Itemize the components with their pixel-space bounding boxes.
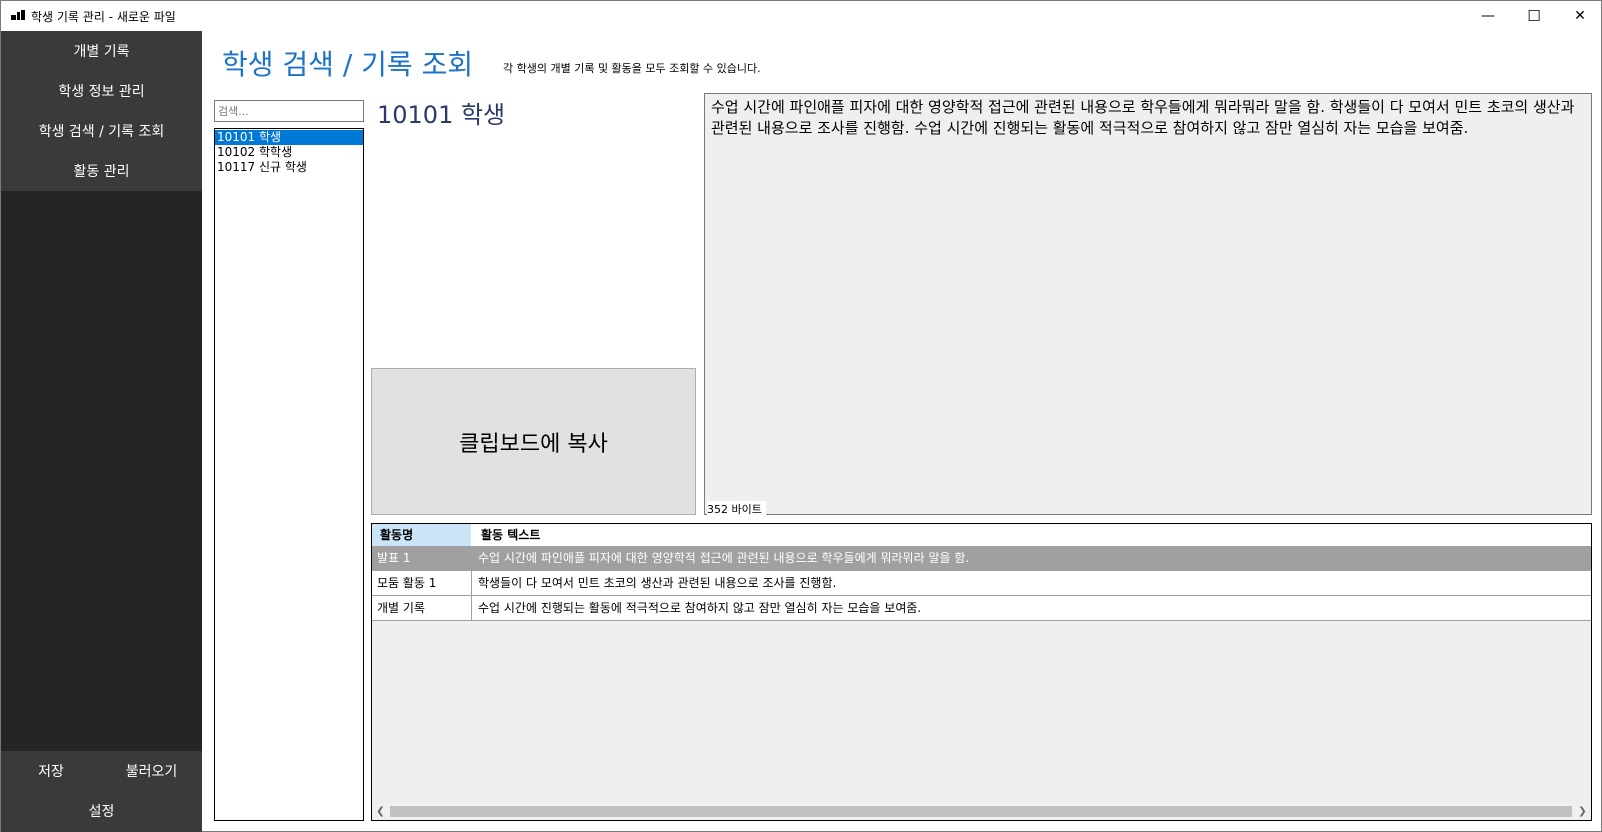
sidebar-item-activity-manage[interactable]: 활동 관리	[1, 151, 202, 191]
sidebar-nav: 개별 기록 학생 정보 관리 학생 검색 / 기록 조회 활동 관리	[1, 31, 202, 191]
table-row[interactable]: 발표 1 수업 시간에 파인애플 피자에 대한 영양학적 접근에 관련된 내용으…	[372, 546, 1591, 571]
column-header-activity-name[interactable]: 활동명	[372, 524, 472, 546]
byte-count: 352 바이트	[707, 501, 766, 517]
table-header: 활동명 활동 텍스트	[372, 524, 1591, 546]
page-subtitle: 각 학생의 개별 기록 및 활동을 모두 조회할 수 있습니다.	[503, 62, 761, 75]
chevron-right-icon[interactable]: ❯	[1574, 803, 1591, 820]
minimize-button[interactable]: —	[1465, 1, 1511, 31]
load-button[interactable]: 불러오기	[101, 751, 202, 791]
chevron-left-icon[interactable]: ❮	[372, 803, 389, 820]
page-title: 학생 검색 / 기록 조회	[222, 48, 474, 81]
student-list-item[interactable]: 10117 신규 학생	[215, 160, 363, 175]
window-title: 학생 기록 관리 - 새로운 파일	[31, 10, 176, 24]
save-button[interactable]: 저장	[1, 751, 101, 791]
scrollbar-thumb[interactable]	[390, 806, 1572, 817]
student-list[interactable]: 10101 학생 10102 학학생 10117 신규 학생	[214, 128, 364, 821]
app-icon	[11, 10, 25, 22]
settings-button[interactable]: 설정	[1, 791, 202, 831]
record-text: 수업 시간에 파인애플 피자에 대한 영양학적 접근에 관련된 내용으로 학우들…	[711, 98, 1575, 137]
sidebar-item-student-info[interactable]: 학생 정보 관리	[1, 71, 202, 111]
app-window: 학생 기록 관리 - 새로운 파일 — ☐ ✕ 개별 기록 학생 정보 관리 학…	[0, 0, 1602, 832]
selected-student-name: 10101 학생	[377, 101, 506, 129]
table-row[interactable]: 모둠 활동 1 학생들이 다 모여서 민트 초코의 생산과 관련된 내용으로 조…	[372, 571, 1591, 596]
sidebar-item-student-search[interactable]: 학생 검색 / 기록 조회	[1, 111, 202, 151]
maximize-button[interactable]: ☐	[1511, 1, 1557, 31]
activity-name-cell: 개별 기록	[372, 596, 472, 620]
activity-table[interactable]: 활동명 활동 텍스트 발표 1 수업 시간에 파인애플 피자에 대한 영양학적 …	[371, 523, 1592, 821]
table-row[interactable]: 개별 기록 수업 시간에 진행되는 활동에 적극적으로 참여하지 않고 잠만 열…	[372, 596, 1591, 621]
sidebar-item-individual-record[interactable]: 개별 기록	[1, 31, 202, 71]
activity-name-cell: 발표 1	[372, 546, 472, 570]
activity-text-cell: 수업 시간에 진행되는 활동에 적극적으로 참여하지 않고 잠만 열심히 자는 …	[478, 601, 922, 615]
activity-name-cell: 모둠 활동 1	[372, 571, 472, 595]
activity-text-cell: 학생들이 다 모여서 민트 초코의 생산과 관련된 내용으로 조사를 진행함.	[478, 576, 837, 590]
search-input[interactable]	[214, 100, 364, 122]
sidebar: 개별 기록 학생 정보 관리 학생 검색 / 기록 조회 활동 관리 저장 불러…	[1, 31, 202, 832]
activity-text-cell: 수업 시간에 파인애플 피자에 대한 영양학적 접근에 관련된 내용으로 학우들…	[478, 551, 970, 565]
close-button[interactable]: ✕	[1557, 1, 1602, 31]
horizontal-scrollbar[interactable]: ❮ ❯	[372, 803, 1591, 820]
column-header-activity-text[interactable]: 활동 텍스트	[473, 524, 1590, 546]
copy-to-clipboard-button[interactable]: 클립보드에 복사	[371, 368, 696, 515]
title-bar[interactable]: 학생 기록 관리 - 새로운 파일 — ☐ ✕	[1, 1, 1601, 31]
record-textarea[interactable]: 수업 시간에 파인애플 피자에 대한 영양학적 접근에 관련된 내용으로 학우들…	[704, 93, 1592, 515]
student-list-item[interactable]: 10101 학생	[215, 130, 363, 145]
sidebar-bottom: 저장 불러오기 설정	[1, 751, 202, 832]
student-list-item[interactable]: 10102 학학생	[215, 145, 363, 160]
